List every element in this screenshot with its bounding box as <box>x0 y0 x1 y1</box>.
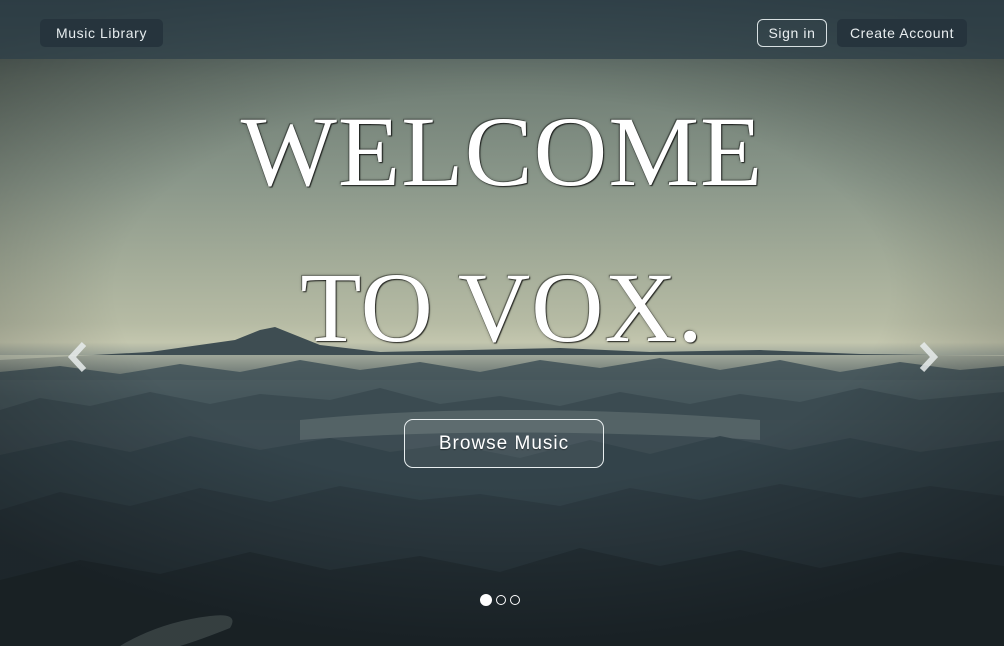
sign-in-button[interactable]: Sign in <box>757 19 827 47</box>
carousel-indicator-1[interactable] <box>480 594 492 606</box>
create-account-button[interactable]: Create Account <box>837 19 967 47</box>
carousel-indicator-2[interactable] <box>496 595 506 605</box>
chevron-left-icon <box>67 341 87 373</box>
hero-headline-line2: TO VOX. <box>300 252 704 363</box>
top-navbar: Music Library Sign in Create Account <box>0 0 1004 59</box>
carousel-prev-button[interactable] <box>64 340 92 374</box>
landing-page: Music Library Sign in Create Account WEL… <box>0 0 1004 646</box>
music-library-link[interactable]: Music Library <box>40 19 164 47</box>
carousel-indicator-3[interactable] <box>510 595 520 605</box>
chevron-right-icon <box>919 341 939 373</box>
carousel-next-button[interactable] <box>914 340 942 374</box>
hero-headline-line1: WELCOME <box>240 96 764 207</box>
browse-music-button[interactable]: Browse Music <box>404 419 604 468</box>
carousel-indicators <box>480 594 520 609</box>
